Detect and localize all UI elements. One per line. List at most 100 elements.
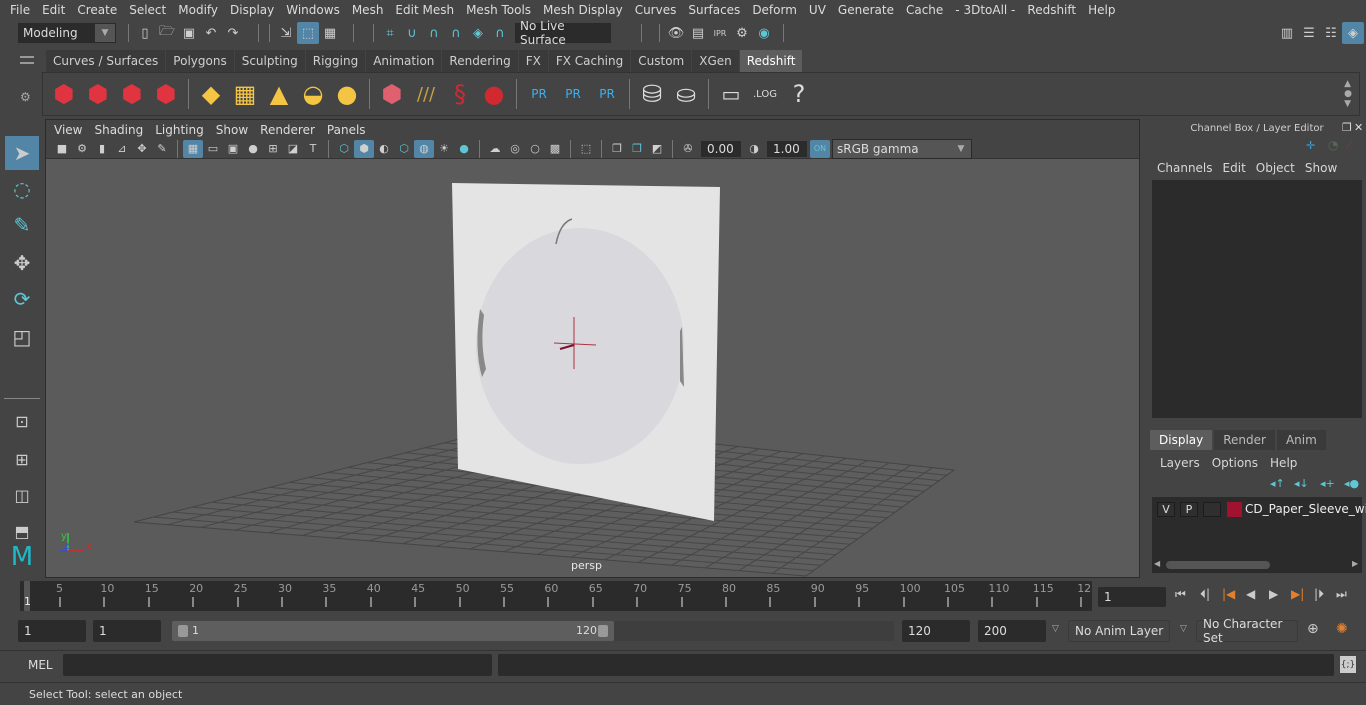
- layer-menu-help[interactable]: Help: [1264, 456, 1303, 470]
- open-scene-icon[interactable]: 🗁: [156, 22, 178, 44]
- smooth-shade-icon[interactable]: ⬢: [354, 139, 374, 158]
- anim-layer-chevron-icon[interactable]: ▽: [1052, 624, 1059, 634]
- playback-start-field[interactable]: 1: [93, 620, 161, 642]
- viewport-scene[interactable]: y x z persp: [46, 159, 1139, 577]
- menu-create[interactable]: Create: [71, 3, 123, 17]
- menu-file[interactable]: File: [4, 3, 36, 17]
- cb-menu-channels[interactable]: Channels: [1152, 161, 1218, 175]
- character-set-dropdown[interactable]: No Character Set: [1196, 617, 1298, 645]
- menu-select[interactable]: Select: [123, 3, 172, 17]
- lasso-tool-icon[interactable]: ◌: [5, 172, 39, 206]
- cb-menu-edit[interactable]: Edit: [1218, 161, 1251, 175]
- viewport-menu-show[interactable]: Show: [210, 123, 254, 137]
- redshift-ipr-icon[interactable]: ⬢: [115, 76, 149, 112]
- speed-icon[interactable]: ◔: [1328, 138, 1338, 152]
- camera-icon[interactable]: ■: [52, 140, 72, 158]
- tab-polygons[interactable]: Polygons: [166, 50, 234, 72]
- cb-menu-show[interactable]: Show: [1300, 161, 1342, 175]
- animation-end-field[interactable]: 200: [978, 620, 1046, 642]
- select-hierarchy-icon[interactable]: ⇲: [275, 22, 297, 44]
- rotate-tool-icon[interactable]: ⟳: [5, 282, 39, 316]
- step-back-icon[interactable]: ⏴|: [1200, 587, 1210, 602]
- script-editor-button-icon[interactable]: {;}: [1340, 656, 1356, 673]
- gamma-field[interactable]: 1.00: [767, 140, 807, 157]
- dome-light-icon[interactable]: ◒: [296, 76, 330, 112]
- layer-color-swatch[interactable]: [1227, 502, 1242, 517]
- xray-components-icon[interactable]: ◩: [647, 140, 667, 158]
- tab-fx-caching[interactable]: FX Caching: [548, 50, 631, 72]
- viewport-menu-view[interactable]: View: [48, 123, 88, 137]
- redshift-settings-icon[interactable]: ⬢: [149, 76, 183, 112]
- screen-space-ao-icon[interactable]: ☁: [485, 140, 505, 158]
- spot-light-icon[interactable]: ▲: [262, 76, 296, 112]
- tab-animation[interactable]: Animation: [366, 50, 442, 72]
- proxy-create-icon[interactable]: PR: [522, 76, 556, 112]
- next-key-icon[interactable]: ▶|: [1291, 587, 1304, 601]
- safe-title-icon[interactable]: T: [303, 140, 323, 158]
- live-surface-field[interactable]: No Live Surface: [515, 19, 611, 47]
- sun-sky-icon[interactable]: ●: [330, 76, 364, 112]
- new-empty-layer-icon[interactable]: ◂+: [1320, 477, 1335, 490]
- snap-view-plane-icon[interactable]: ∩: [445, 22, 467, 44]
- paint-select-tool-icon[interactable]: ✎: [5, 208, 39, 242]
- hyperbolic-icon[interactable]: ⁄: [1348, 138, 1350, 152]
- shader-icon[interactable]: §: [443, 76, 477, 112]
- current-frame-field[interactable]: 1: [1098, 587, 1166, 607]
- menu-edit-mesh[interactable]: Edit Mesh: [389, 3, 460, 17]
- redshift-render-view-icon[interactable]: ⬢: [47, 76, 81, 112]
- volume-icon[interactable]: ⬢: [375, 76, 409, 112]
- play-forward-icon[interactable]: ▶: [1269, 587, 1278, 601]
- redshift-batch-render-icon[interactable]: ⬢: [81, 76, 115, 112]
- color-management-toggle-icon[interactable]: ON: [810, 139, 830, 158]
- new-scene-icon[interactable]: ▯: [134, 22, 156, 44]
- grid-icon[interactable]: ▦: [183, 139, 203, 158]
- layer-name[interactable]: CD_Paper_Sleeve_with: [1245, 502, 1366, 516]
- manipulator-icon[interactable]: ✛: [1306, 139, 1315, 152]
- move-layer-up-icon[interactable]: ◂↑: [1270, 477, 1285, 490]
- modeling-toolkit-icon[interactable]: ▥: [1276, 22, 1298, 44]
- playback-end-field[interactable]: 120: [902, 620, 970, 642]
- film-gate-icon[interactable]: ▭: [203, 140, 223, 158]
- menu-mesh[interactable]: Mesh: [346, 3, 390, 17]
- tab-sculpting[interactable]: Sculpting: [234, 50, 305, 72]
- four-view-layout-icon[interactable]: ⊞: [5, 442, 39, 476]
- viewport-menu-lighting[interactable]: Lighting: [149, 123, 210, 137]
- attribute-editor-icon[interactable]: ☰: [1298, 22, 1320, 44]
- shelf-menu-icon[interactable]: [20, 56, 34, 64]
- tab-display[interactable]: Display: [1150, 430, 1213, 450]
- play-backward-icon[interactable]: ◀: [1246, 587, 1255, 601]
- close-panel-icon[interactable]: ✕: [1354, 121, 1363, 134]
- menu-help[interactable]: Help: [1082, 3, 1121, 17]
- ipr-render-icon[interactable]: IPR: [709, 22, 731, 44]
- hypershade-icon[interactable]: ◉: [753, 22, 775, 44]
- redo-icon[interactable]: ↷: [222, 22, 244, 44]
- float-panel-icon[interactable]: ❐: [1342, 121, 1352, 134]
- area-light-icon[interactable]: ▦: [228, 76, 262, 112]
- command-input[interactable]: [63, 654, 492, 676]
- shadows-icon[interactable]: ●: [454, 140, 474, 158]
- cb-menu-object[interactable]: Object: [1251, 161, 1300, 175]
- hair-icon[interactable]: ///: [409, 76, 443, 112]
- prev-key-icon[interactable]: |◀: [1222, 587, 1235, 601]
- tab-custom[interactable]: Custom: [631, 50, 692, 72]
- menu-mesh-display[interactable]: Mesh Display: [537, 3, 629, 17]
- grease-pencil-icon[interactable]: ✎: [152, 140, 172, 158]
- undo-icon[interactable]: ↶: [200, 22, 222, 44]
- mel-label[interactable]: MEL: [28, 658, 53, 672]
- image-plane-icon[interactable]: ⊿: [112, 140, 132, 158]
- use-all-lights-icon[interactable]: ☀: [434, 140, 454, 158]
- menu-3dtoall[interactable]: - 3DtoAll -: [949, 3, 1021, 17]
- menu-deform[interactable]: Deform: [746, 3, 803, 17]
- layer-playback-toggle[interactable]: P: [1180, 502, 1198, 517]
- snap-point-icon[interactable]: ∩: [423, 22, 445, 44]
- proxy-export-icon[interactable]: PR: [556, 76, 590, 112]
- scale-tool-icon[interactable]: ◰: [5, 320, 39, 354]
- menu-redshift[interactable]: Redshift: [1021, 3, 1082, 17]
- menu-edit[interactable]: Edit: [36, 3, 71, 17]
- single-perspective-layout-icon[interactable]: ⊡: [5, 404, 39, 438]
- textured-icon[interactable]: ◍: [414, 139, 434, 158]
- tab-rendering[interactable]: Rendering: [442, 50, 518, 72]
- layer-visibility-toggle[interactable]: V: [1157, 502, 1175, 517]
- select-tool-icon[interactable]: ➤: [5, 136, 39, 170]
- move-tool-icon[interactable]: ✥: [5, 246, 39, 280]
